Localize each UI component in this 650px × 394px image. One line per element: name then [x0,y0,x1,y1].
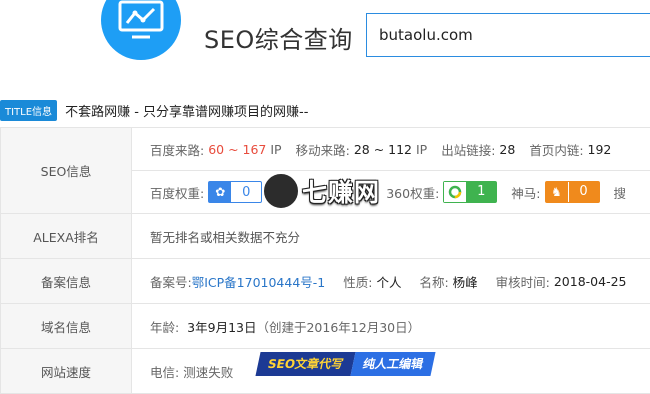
domain-created-text: （创建于2016年12月30日） [256,320,420,335]
mobile-traffic-value[interactable]: 28 ~ 112 [354,142,412,157]
baidu-traffic-label: 百度来路: [150,140,204,159]
icp-number-link[interactable]: 鄂ICP备17010444号-1 [192,272,326,291]
watermark-text: 七赚网 [302,173,380,209]
seo-label: SEO信息 [1,128,132,214]
alexa-text: 暂无排名或相关数据不充分 [132,214,650,259]
domain-age-value: 3年9月13日 [187,320,256,335]
outbound-links-label: 出站链接: [441,140,495,159]
speed-label: 网站速度 [1,349,132,394]
monitor-chart-icon [118,0,164,40]
seo-traffic-line: 百度来路: 60 ~ 167 IP 移动来路: 28 ~ 112 IP 出站链接… [132,128,650,170]
icp-nature-value: 个人 [376,272,401,291]
telecom-value: 测速失败 [183,365,233,380]
promo-banner[interactable]: SEO文章代写 纯人工编辑 [255,352,435,376]
sogou-label: 搜 [614,183,627,202]
icp-name-label: 名称: [419,272,448,291]
domain-info-label: 域名信息 [1,304,132,349]
horse-icon: ♞ [546,182,568,202]
icp-audit-value: 2018-04-25 [554,274,627,289]
weight-360-value: 1 [466,182,496,202]
alexa-row: ALEXA排名 暂无排名或相关数据不充分 [1,214,650,259]
home-inner-links-label: 首页内链: [529,140,583,159]
shenma-label: 神马: [511,183,540,202]
weight-360-badge[interactable]: 1 [443,181,497,203]
domain-info-row: 域名信息 年龄: 3年9月13日（创建于2016年12月30日） [1,304,650,349]
domain-age-label: 年龄: [150,320,179,335]
mobile-traffic-label: 移动来路: [296,140,350,159]
tool-title: SEO综合查询 [204,20,353,55]
icp-audit-label: 审核时间: [496,272,550,291]
home-inner-links-value[interactable]: 192 [588,142,612,157]
mobile-traffic-unit: IP [416,142,427,157]
weight-360-label: 360权重: [386,183,439,202]
baidu-weight-badge[interactable]: ✿ 0 [208,181,262,203]
baidu-weight-value: 0 [231,185,261,200]
title-badge: TITLE信息 [0,100,57,121]
icp-label: 备案信息 [1,259,132,304]
promo-banner-part2: 纯人工编辑 [350,352,435,376]
outbound-links-value[interactable]: 28 [499,142,515,157]
icp-number-label: 备案号: [150,272,192,291]
seo-weight-line: 百度权重: ✿ 0 360权重: 1 神马: [132,170,650,213]
title-info-row: TITLE信息 不套路网赚 - 只分享靠谱网赚项目的网赚-- [0,100,308,120]
watermark: 七赚网 [262,172,380,210]
paw-icon: ✿ [209,182,231,202]
site-title-text: 不套路网赚 - 只分享靠谱网赚项目的网赚-- [65,101,308,120]
baidu-traffic-unit: IP [270,142,281,157]
watermark-avatar [262,172,300,210]
icp-name-value: 杨峰 [453,272,478,291]
icp-nature-label: 性质: [343,272,372,291]
shenma-badge[interactable]: ♞ 0 [545,181,600,203]
seo-tool-logo [101,0,181,60]
telecom-label: 电信: [150,365,179,380]
baidu-weight-label: 百度权重: [150,183,204,202]
alexa-label: ALEXA排名 [1,214,132,259]
baidu-traffic-value[interactable]: 60 ~ 167 [208,142,266,157]
promo-banner-part1: SEO文章代写 [255,352,355,376]
domain-input[interactable] [366,13,650,57]
360-icon [444,182,466,202]
shenma-value: 0 [568,182,599,202]
icp-row: 备案信息 备案号: 鄂ICP备17010444号-1 性质: 个人 名称: 杨峰… [1,259,650,304]
